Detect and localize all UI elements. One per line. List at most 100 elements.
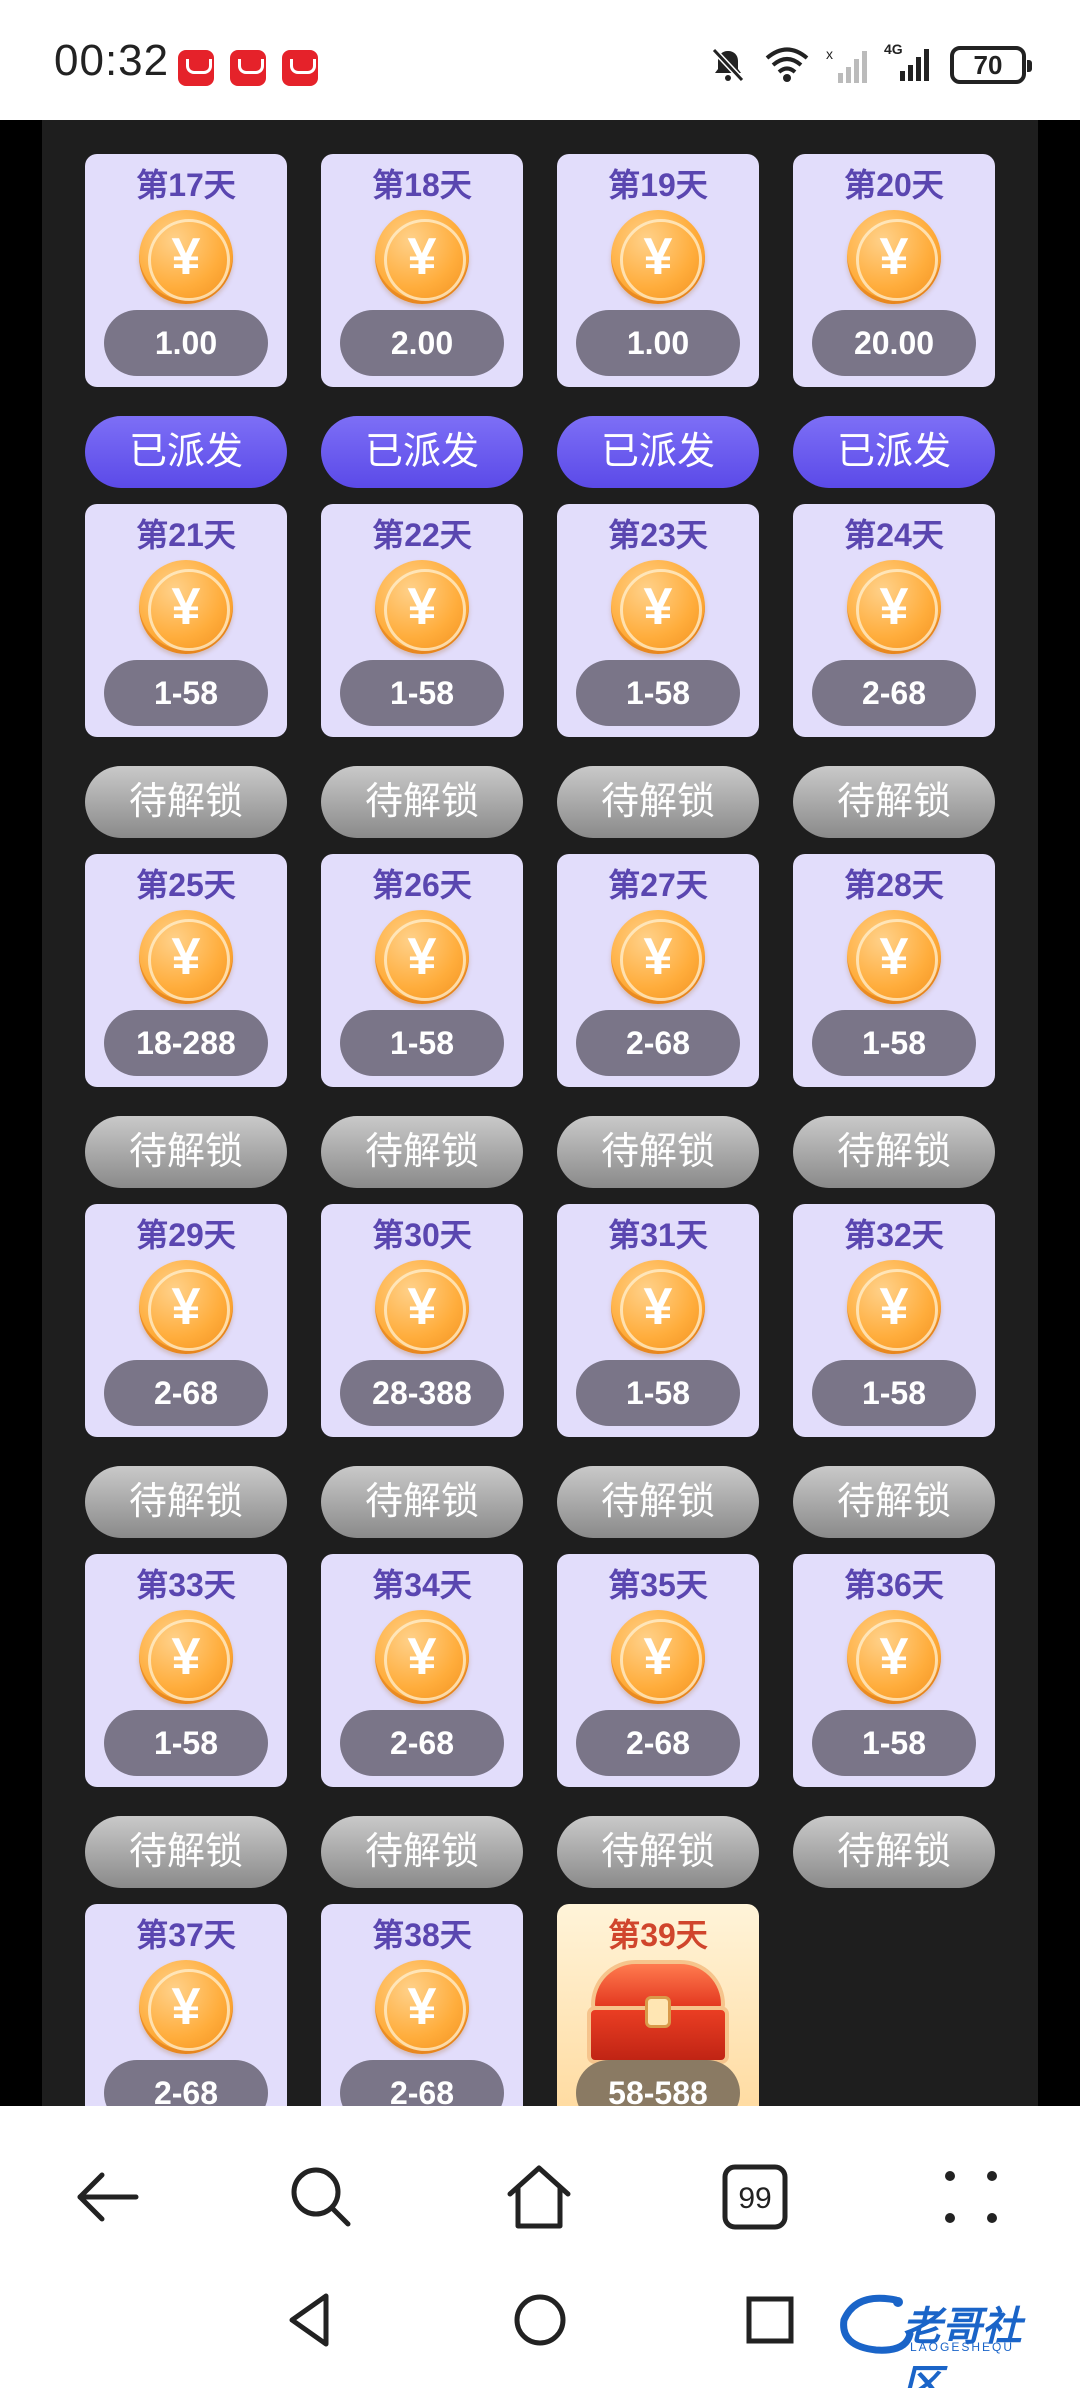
search-button[interactable] bbox=[286, 2162, 356, 2232]
reward-card[interactable]: 第30天 ¥28-388 bbox=[321, 1204, 523, 1437]
locked-status-button[interactable]: 待解锁 bbox=[321, 766, 523, 838]
tabs-icon: 99 bbox=[722, 2164, 788, 2230]
distributed-status-button[interactable]: 已派发 bbox=[557, 416, 759, 488]
reward-card[interactable]: 第39天 58-588 bbox=[557, 1904, 759, 2106]
yuan-coin-icon: ¥ bbox=[611, 560, 705, 654]
locked-status-button[interactable]: 待解锁 bbox=[557, 1466, 759, 1538]
locked-status-button[interactable]: 待解锁 bbox=[793, 1466, 995, 1538]
back-button[interactable] bbox=[72, 2162, 142, 2232]
svg-text:x: x bbox=[826, 46, 833, 62]
huawei-notification-icon bbox=[282, 50, 318, 86]
locked-status-button[interactable]: 待解锁 bbox=[793, 1116, 995, 1188]
reward-card[interactable]: 第37天 ¥2-68 bbox=[85, 1904, 287, 2106]
signal-empty-icon: x bbox=[826, 46, 867, 83]
reward-card[interactable]: 第18天 ¥2.00 bbox=[321, 154, 523, 387]
locked-status-button[interactable]: 待解锁 bbox=[793, 766, 995, 838]
reward-card[interactable]: 第21天 ¥1-58 bbox=[85, 504, 287, 737]
locked-status-button[interactable]: 待解锁 bbox=[557, 766, 759, 838]
reward-amount: 18-288 bbox=[104, 1010, 268, 1076]
huawei-notification-icon bbox=[178, 50, 214, 86]
locked-status-button[interactable]: 待解锁 bbox=[321, 1466, 523, 1538]
reward-amount: 1-58 bbox=[812, 1360, 976, 1426]
reward-amount: 1-58 bbox=[340, 1010, 504, 1076]
more-icon bbox=[945, 2171, 997, 2223]
locked-status-button[interactable]: 待解锁 bbox=[557, 1116, 759, 1188]
reward-card[interactable]: 第25天 ¥18-288 bbox=[85, 854, 287, 1087]
nav-home-icon[interactable] bbox=[510, 2290, 570, 2350]
locked-status-button[interactable]: 待解锁 bbox=[85, 1816, 287, 1888]
distributed-status-button[interactable]: 已派发 bbox=[85, 416, 287, 488]
reward-card[interactable]: 第20天 ¥20.00 bbox=[793, 154, 995, 387]
locked-status-button[interactable]: 待解锁 bbox=[85, 1116, 287, 1188]
reward-card[interactable]: 第22天 ¥1-58 bbox=[321, 504, 523, 737]
reward-day-label: 第22天 bbox=[372, 517, 472, 553]
reward-amount: 1-58 bbox=[812, 1010, 976, 1076]
yuan-coin-icon: ¥ bbox=[847, 560, 941, 654]
reward-amount: 20.00 bbox=[812, 310, 976, 376]
reward-amount: 2-68 bbox=[340, 2060, 504, 2106]
search-icon bbox=[291, 2167, 351, 2227]
locked-status-button[interactable]: 待解锁 bbox=[85, 1466, 287, 1538]
locked-status-button[interactable]: 待解锁 bbox=[557, 1816, 759, 1888]
nav-recents-icon[interactable] bbox=[740, 2290, 800, 2350]
yuan-coin-icon: ¥ bbox=[847, 1610, 941, 1704]
locked-status-button[interactable]: 待解锁 bbox=[321, 1816, 523, 1888]
reward-day-label: 第37天 bbox=[136, 1917, 236, 1953]
reward-card[interactable]: 第35天 ¥2-68 bbox=[557, 1554, 759, 1787]
huawei-notification-icon bbox=[230, 50, 266, 86]
reward-card[interactable]: 第27天 ¥2-68 bbox=[557, 854, 759, 1087]
locked-status-button[interactable]: 待解锁 bbox=[85, 766, 287, 838]
reward-amount: 1-58 bbox=[812, 1710, 976, 1776]
reward-card[interactable]: 第19天 ¥1.00 bbox=[557, 154, 759, 387]
watermark-logo: 老哥社区 LAOGESHEQU bbox=[836, 2290, 1060, 2388]
reward-card[interactable]: 第23天 ¥1-58 bbox=[557, 504, 759, 737]
status-icons: x 4G 70 bbox=[708, 40, 1032, 90]
reward-day-label: 第25天 bbox=[136, 867, 236, 903]
yuan-coin-icon: ¥ bbox=[847, 910, 941, 1004]
reward-card[interactable]: 第26天 ¥1-58 bbox=[321, 854, 523, 1087]
reward-amount: 1-58 bbox=[340, 660, 504, 726]
reward-day-label: 第30天 bbox=[372, 1217, 472, 1253]
reward-card[interactable]: 第28天 ¥1-58 bbox=[793, 854, 995, 1087]
reward-amount: 1-58 bbox=[104, 1710, 268, 1776]
reward-day-label: 第21天 bbox=[136, 517, 236, 553]
more-button[interactable] bbox=[936, 2162, 1006, 2232]
web-content[interactable]: 第17天 ¥1.00 已派发 第18天 ¥2.00 已派发 第19天 ¥1.00 已派发 第20天… bbox=[0, 120, 1080, 2106]
yuan-coin-icon: ¥ bbox=[611, 1610, 705, 1704]
reward-amount: 1-58 bbox=[576, 660, 740, 726]
reward-amount: 1-58 bbox=[576, 1360, 740, 1426]
yuan-coin-icon: ¥ bbox=[611, 910, 705, 1004]
tabs-button[interactable]: 99 bbox=[720, 2162, 790, 2232]
browser-toolbar: 99 bbox=[0, 2106, 1080, 2276]
reward-card[interactable]: 第17天 ¥1.00 bbox=[85, 154, 287, 387]
reward-amount: 2-68 bbox=[340, 1710, 504, 1776]
reward-card[interactable]: 第31天 ¥1-58 bbox=[557, 1204, 759, 1437]
yuan-coin-icon: ¥ bbox=[375, 910, 469, 1004]
reward-amount: 2-68 bbox=[812, 660, 976, 726]
reward-amount: 1.00 bbox=[576, 310, 740, 376]
yuan-coin-icon: ¥ bbox=[611, 210, 705, 304]
reward-card[interactable]: 第32天 ¥1-58 bbox=[793, 1204, 995, 1437]
distributed-status-button[interactable]: 已派发 bbox=[321, 416, 523, 488]
reward-card[interactable]: 第33天 ¥1-58 bbox=[85, 1554, 287, 1787]
reward-day-label: 第28天 bbox=[844, 867, 944, 903]
reward-card[interactable]: 第38天 ¥2-68 bbox=[321, 1904, 523, 2106]
reward-amount: 28-388 bbox=[340, 1360, 504, 1426]
reward-card[interactable]: 第36天 ¥1-58 bbox=[793, 1554, 995, 1787]
reward-day-label: 第17天 bbox=[136, 167, 236, 203]
reward-card[interactable]: 第29天 ¥2-68 bbox=[85, 1204, 287, 1437]
locked-status-button[interactable]: 待解锁 bbox=[321, 1116, 523, 1188]
tab-count: 99 bbox=[738, 2182, 771, 2215]
reward-day-label: 第18天 bbox=[372, 167, 472, 203]
reward-card[interactable]: 第24天 ¥2-68 bbox=[793, 504, 995, 737]
reward-day-label: 第31天 bbox=[608, 1217, 708, 1253]
status-bar: 00:32 x 4G 70 bbox=[0, 0, 1080, 120]
reward-card[interactable]: 第34天 ¥2-68 bbox=[321, 1554, 523, 1787]
locked-status-button[interactable]: 待解锁 bbox=[793, 1816, 995, 1888]
home-button[interactable] bbox=[504, 2162, 574, 2232]
reward-amount: 1.00 bbox=[104, 310, 268, 376]
distributed-status-button[interactable]: 已派发 bbox=[793, 416, 995, 488]
yuan-coin-icon: ¥ bbox=[375, 210, 469, 304]
nav-back-icon[interactable] bbox=[280, 2290, 340, 2350]
yuan-coin-icon: ¥ bbox=[139, 1610, 233, 1704]
